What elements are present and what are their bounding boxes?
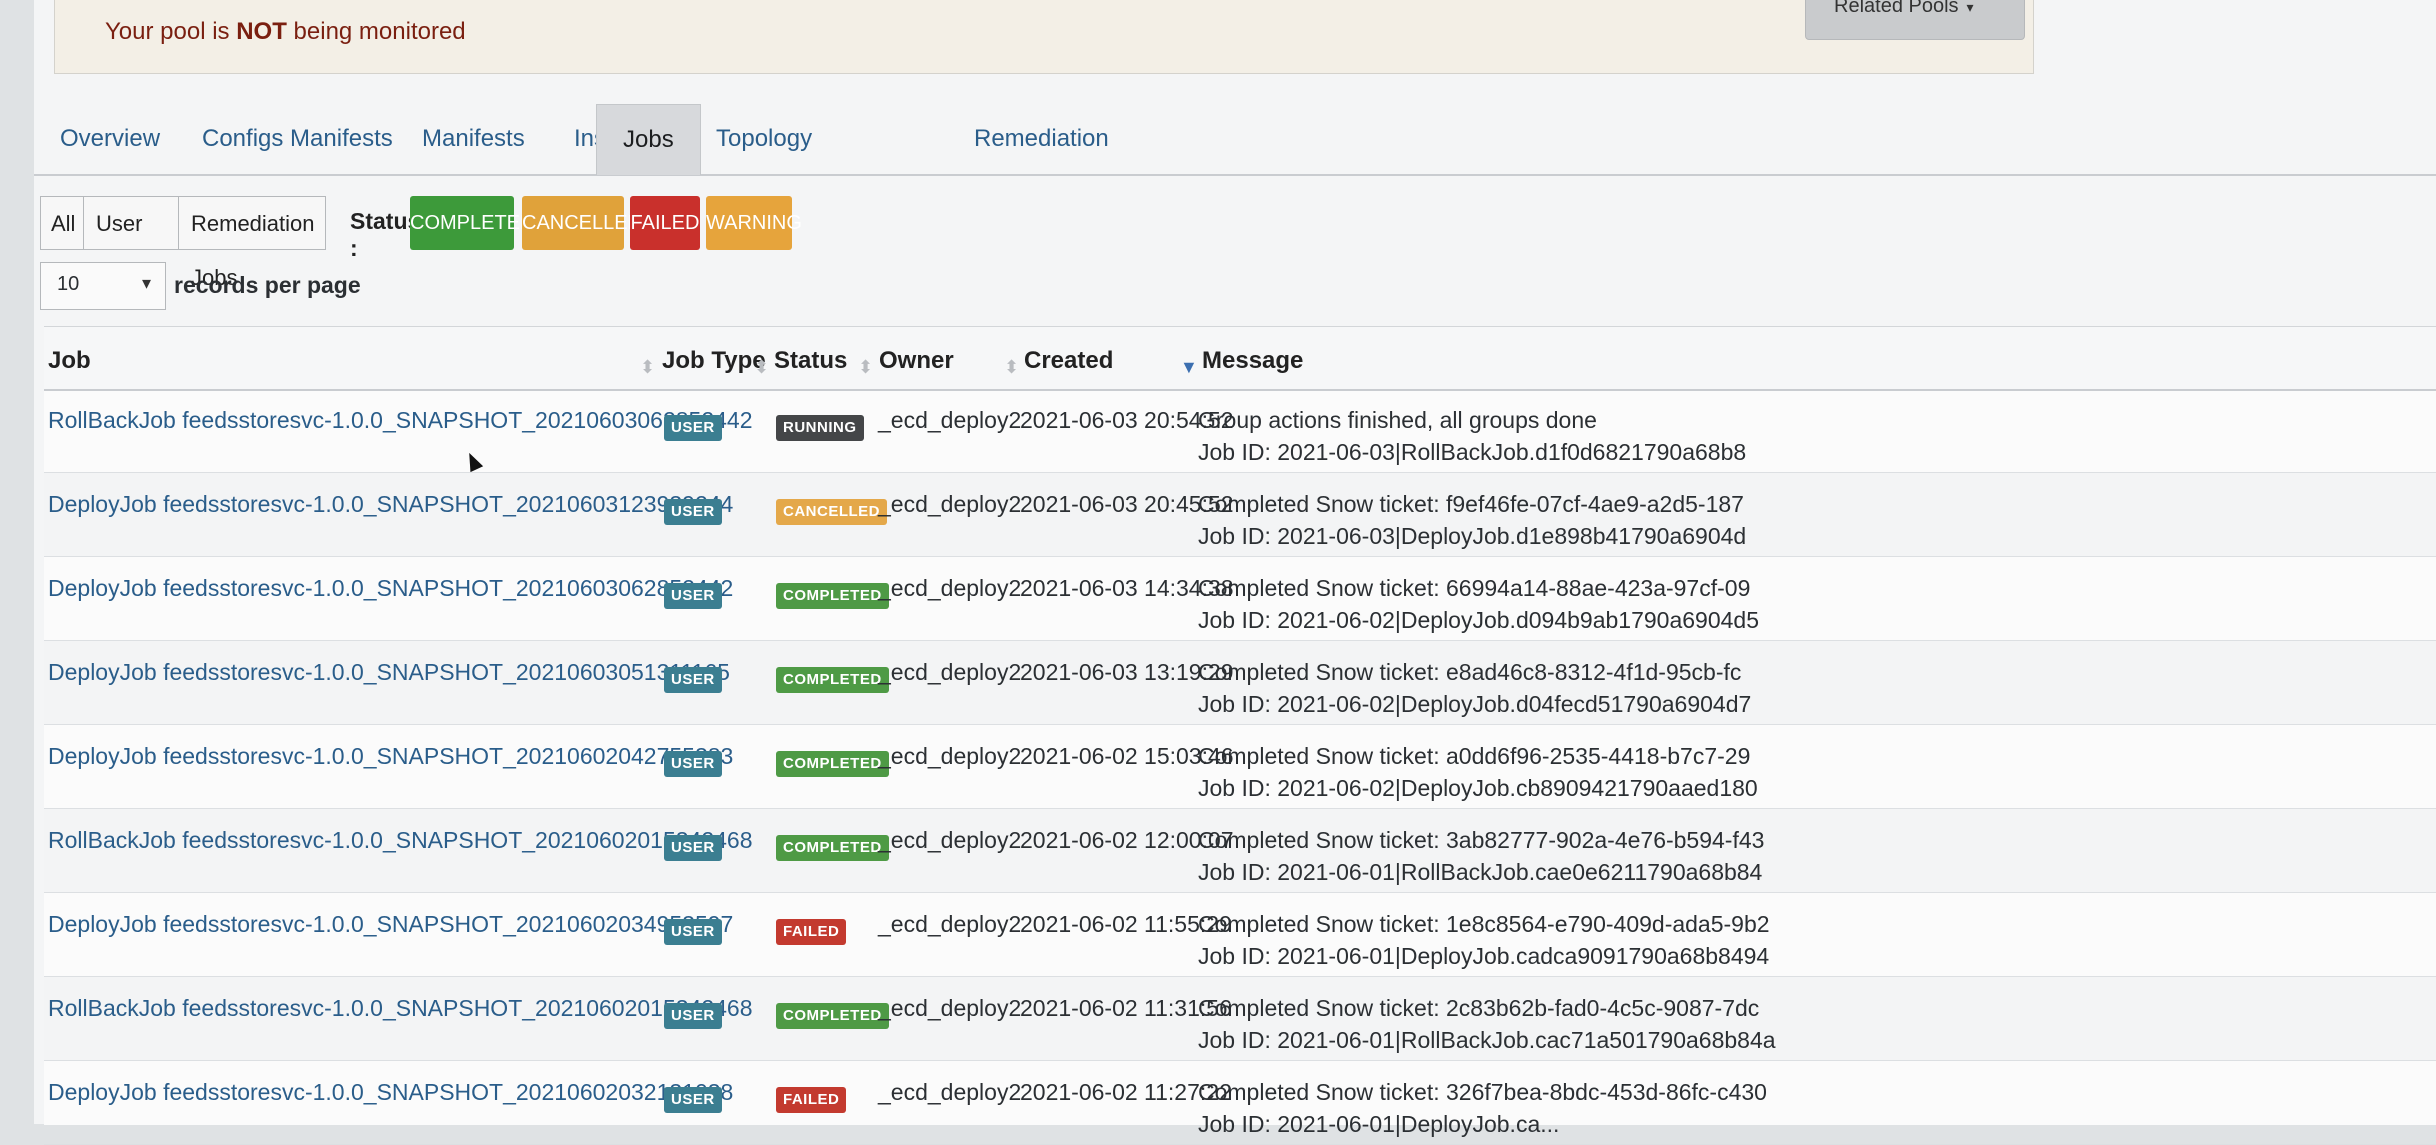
message-line: Completed Snow ticket: 2c83b62b-fad0-4c5…	[1198, 995, 1760, 1021]
status-cancelled-button[interactable]: CANCELLED	[522, 196, 642, 250]
header-owner[interactable]: Owner	[879, 347, 954, 375]
status-badge: COMPLETED	[776, 1003, 889, 1029]
tab-manifests[interactable]: Manifests	[396, 104, 551, 174]
table-row[interactable]: RollBackJob feedsstoresvc-1.0.0_SNAPSHOT…	[44, 977, 2436, 1061]
status-badge: RUNNING	[776, 415, 864, 441]
job-type-badge: USER	[664, 415, 722, 441]
owner-cell: _ecd_deploy2	[878, 911, 1022, 937]
tab-topology[interactable]: Topology	[690, 104, 838, 174]
chevron-down-icon: ▾	[141, 273, 151, 293]
tab-jobs[interactable]: Jobs	[596, 104, 701, 175]
job-link[interactable]: RollBackJob feedsstoresvc-1.0.0_SNAPSHOT…	[48, 407, 753, 434]
status-completed-button[interactable]: COMPLETED	[410, 196, 534, 250]
page-size-select[interactable]: 10 ▾	[40, 262, 166, 310]
job-id-line: Job ID: 2021-06-03|DeployJob.d1e898b4179…	[1198, 523, 1747, 549]
table-header: Job ⬍ Job Type ⬍ Status ⬍ Owner ⬍ Create…	[44, 327, 2436, 391]
filter-remediation-jobs-button[interactable]: Remediation Jobs	[178, 196, 326, 290]
status-badge: COMPLETED	[776, 751, 889, 777]
status-badge: COMPLETED	[776, 583, 889, 609]
message-line: Completed Snow ticket: 326f7bea-8bdc-453…	[1198, 1079, 1767, 1105]
filter-all-button[interactable]: All	[40, 196, 84, 250]
job-id-line: Job ID: 2021-06-01|RollBackJob.cae0e6211…	[1198, 859, 1763, 885]
job-type-badge: USER	[664, 1087, 722, 1113]
job-link[interactable]: DeployJob feedsstoresvc-1.0.0_SNAPSHOT_2…	[48, 659, 730, 686]
owner-cell: _ecd_deploy2	[878, 407, 1022, 433]
job-type-badge: USER	[664, 667, 722, 693]
jobs-table: Job ⬍ Job Type ⬍ Status ⬍ Owner ⬍ Create…	[44, 326, 2436, 1145]
tab-bar: Overview Configs Manifests Manifests Ins…	[34, 104, 2436, 176]
job-type-badge: USER	[664, 751, 722, 777]
message-line: Completed Snow ticket: e8ad46c8-8312-4f1…	[1198, 659, 1742, 685]
job-link[interactable]: DeployJob feedsstoresvc-1.0.0_SNAPSHOT_2…	[48, 743, 733, 770]
job-id-line: Job ID: 2021-06-01|RollBackJob.cac71a501…	[1198, 1027, 1776, 1053]
message-line: Completed Snow ticket: a0dd6f96-2535-441…	[1198, 743, 1751, 769]
status-failed-button[interactable]: FAILED	[630, 196, 700, 250]
job-id-line: Job ID: 2021-06-02|DeployJob.d04fecd5179…	[1198, 691, 1752, 717]
owner-cell: _ecd_deploy2	[878, 659, 1022, 685]
table-row[interactable]: DeployJob feedsstoresvc-1.0.0_SNAPSHOT_2…	[44, 1061, 2436, 1145]
tab-remediation[interactable]: Remediation	[948, 104, 1135, 174]
message-line: Completed Snow ticket: 3ab82777-902a-4e7…	[1198, 827, 1765, 853]
job-link[interactable]: RollBackJob feedsstoresvc-1.0.0_SNAPSHOT…	[48, 827, 753, 854]
sort-icon[interactable]: ⬍	[640, 357, 655, 378]
message-line: Completed Snow ticket: 66994a14-88ae-423…	[1198, 575, 1751, 601]
owner-cell: _ecd_deploy2	[878, 995, 1022, 1021]
table-row[interactable]: DeployJob feedsstoresvc-1.0.0_SNAPSHOT_2…	[44, 641, 2436, 725]
header-status[interactable]: Status	[774, 347, 847, 375]
sort-icon[interactable]: ⬍	[858, 357, 873, 378]
alert-text: Your pool is NOT being monitored	[105, 18, 466, 45]
table-row[interactable]: DeployJob feedsstoresvc-1.0.0_SNAPSHOT_2…	[44, 473, 2436, 557]
page-size-label: records per page	[174, 272, 361, 298]
owner-cell: _ecd_deploy2	[878, 491, 1022, 517]
status-badge: COMPLETED	[776, 667, 889, 693]
related-pools-dropdown[interactable]: Related Pools ▾	[1805, 0, 2025, 40]
header-message[interactable]: Message	[1202, 347, 1303, 375]
sort-descending-icon[interactable]: ▼	[1180, 357, 1198, 378]
status-badge: FAILED	[776, 919, 847, 945]
table-row[interactable]: DeployJob feedsstoresvc-1.0.0_SNAPSHOT_2…	[44, 557, 2436, 641]
job-id-line: Job ID: 2021-06-02|DeployJob.d094b9ab179…	[1198, 607, 1759, 633]
job-type-badge: USER	[664, 583, 722, 609]
message-line: Group actions finished, all groups done	[1198, 407, 1597, 433]
status-warning-button[interactable]: WARNING	[706, 196, 802, 250]
job-type-badge: USER	[664, 919, 722, 945]
message-line: Completed Snow ticket: f9ef46fe-07cf-4ae…	[1198, 491, 1744, 517]
owner-cell: _ecd_deploy2	[878, 575, 1022, 601]
table-row[interactable]: RollBackJob feedsstoresvc-1.0.0_SNAPSHOT…	[44, 809, 2436, 893]
job-id-line: Job ID: 2021-06-02|DeployJob.cb890942179…	[1198, 775, 1758, 801]
job-type-badge: USER	[664, 835, 722, 861]
tab-configs-manifests[interactable]: Configs Manifests	[176, 104, 419, 174]
table-row[interactable]: DeployJob feedsstoresvc-1.0.0_SNAPSHOT_2…	[44, 893, 2436, 977]
job-id-line: Job ID: 2021-06-01|DeployJob.ca...	[1198, 1111, 1560, 1137]
owner-cell: _ecd_deploy2	[878, 827, 1022, 853]
job-id-line: Job ID: 2021-06-01|DeployJob.cadca909179…	[1198, 943, 1770, 969]
table-row[interactable]: RollBackJob feedsstoresvc-1.0.0_SNAPSHOT…	[44, 389, 2436, 473]
job-id-line: Job ID: 2021-06-03|RollBackJob.d1f0d6821…	[1198, 439, 1747, 465]
status-badge: CANCELLED	[776, 499, 887, 525]
tab-overview[interactable]: Overview	[34, 104, 186, 174]
header-job-type[interactable]: Job Type	[662, 347, 766, 375]
sort-icon[interactable]: ⬍	[754, 357, 769, 378]
sort-icon[interactable]: ⬍	[1004, 357, 1019, 378]
header-created[interactable]: Created	[1024, 347, 1113, 375]
job-link[interactable]: DeployJob feedsstoresvc-1.0.0_SNAPSHOT_2…	[48, 575, 733, 602]
owner-cell: _ecd_deploy2	[878, 743, 1022, 769]
owner-cell: _ecd_deploy2	[878, 1079, 1022, 1105]
table-body: RollBackJob feedsstoresvc-1.0.0_SNAPSHOT…	[44, 389, 2436, 1145]
job-link[interactable]: DeployJob feedsstoresvc-1.0.0_SNAPSHOT_2…	[48, 1079, 733, 1106]
caret-down-icon: ▾	[1966, 0, 1974, 15]
job-type-badge: USER	[664, 1003, 722, 1029]
job-link[interactable]: DeployJob feedsstoresvc-1.0.0_SNAPSHOT_2…	[48, 491, 733, 518]
job-link[interactable]: RollBackJob feedsstoresvc-1.0.0_SNAPSHOT…	[48, 995, 753, 1022]
monitoring-alert: Your pool is NOT being monitored Related…	[54, 0, 2034, 74]
message-line: Completed Snow ticket: 1e8c8564-e790-409…	[1198, 911, 1770, 937]
status-badge: COMPLETED	[776, 835, 889, 861]
job-type-badge: USER	[664, 499, 722, 525]
filter-user-jobs-button[interactable]: User Jobs	[83, 196, 179, 290]
status-badge: FAILED	[776, 1087, 847, 1113]
header-job[interactable]: Job	[48, 347, 91, 375]
job-link[interactable]: DeployJob feedsstoresvc-1.0.0_SNAPSHOT_2…	[48, 911, 733, 938]
table-row[interactable]: DeployJob feedsstoresvc-1.0.0_SNAPSHOT_2…	[44, 725, 2436, 809]
